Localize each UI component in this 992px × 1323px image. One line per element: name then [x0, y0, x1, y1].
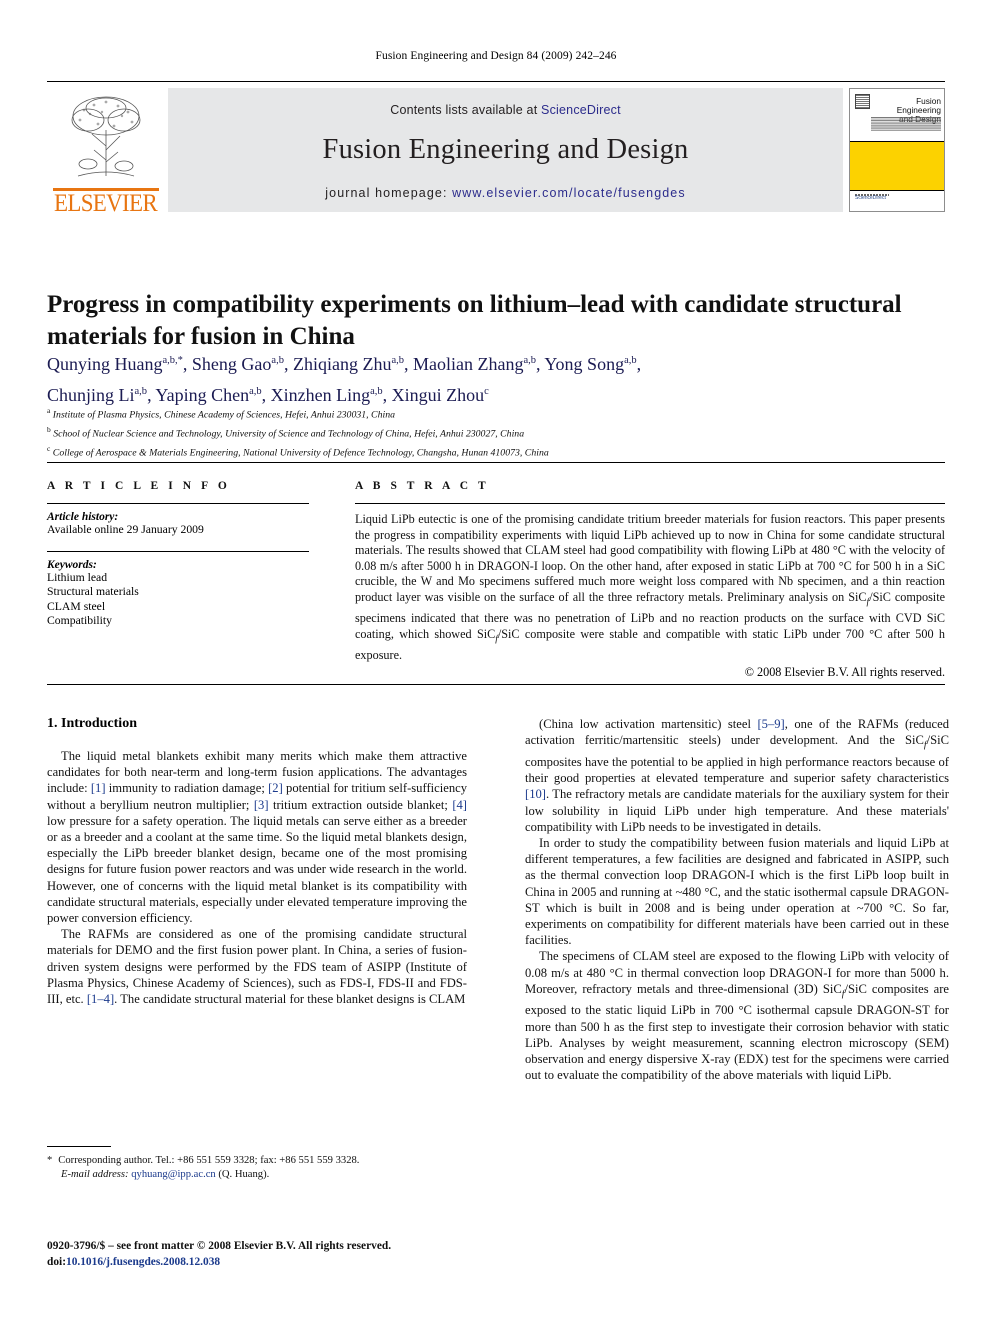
- email-suffix: (Q. Huang).: [218, 1169, 270, 1180]
- body-columns: 1. Introduction The liquid metal blanket…: [47, 716, 949, 1186]
- author-line-1: Qunying Huanga,b,*, Sheng Gaoa,b, Zhiqia…: [47, 354, 642, 374]
- journal-homepage-line: journal homepage: www.elsevier.com/locat…: [168, 186, 843, 200]
- abstract-column: A B S T R A C T Liquid LiPb eutectic is …: [355, 480, 945, 680]
- cover-logo-icon: [855, 94, 870, 109]
- paragraph: The liquid metal blankets exhibit many m…: [47, 749, 467, 926]
- email-label: E-mail address:: [61, 1169, 129, 1180]
- article-info-heading: A R T I C L E I N F O: [47, 480, 231, 492]
- footnote-rule: [47, 1146, 111, 1147]
- homepage-prefix-text: journal homepage:: [325, 186, 453, 200]
- email-link[interactable]: qyhuang@ipp.ac.cn: [131, 1169, 215, 1180]
- info-top-rule: [47, 462, 945, 463]
- article-info-column: A R T I C L E I N F O Article history: A…: [47, 480, 309, 629]
- citation-ref[interactable]: [1–4]: [87, 992, 114, 1006]
- author-list: Qunying Huanga,b,*, Sheng Gaoa,b, Zhiqia…: [47, 347, 927, 409]
- footnote-block: * Corresponding author. Tel.: +86 551 559…: [47, 1146, 467, 1182]
- journal-cover-thumbnail[interactable]: Fusion Engineering and Design ScienceDir…: [849, 88, 945, 212]
- citation-ref[interactable]: [3]: [254, 798, 269, 812]
- keywords-list: Lithium lead Structural materials CLAM ste…: [47, 571, 309, 629]
- cover-sciencedirect-mark: ScienceDirect: [855, 195, 886, 201]
- paragraph: The RAFMs are considered as one of the p…: [47, 927, 467, 1007]
- sciencedirect-link[interactable]: ScienceDirect: [541, 103, 621, 117]
- contents-available-line: Contents lists available at ScienceDirec…: [168, 88, 843, 117]
- paper-page: Fusion Engineering and Design 84 (2009) …: [0, 0, 992, 1323]
- issn-line: 0920-3796/$ – see front matter © 2008 El…: [47, 1240, 392, 1252]
- cover-title-line-1: Fusion Engineering: [896, 96, 941, 115]
- corresponding-author-marker: *: [47, 1155, 53, 1166]
- citation-ref[interactable]: [2]: [268, 781, 283, 795]
- abstract-copyright: © 2008 Elsevier B.V. All rights reserved…: [744, 665, 945, 680]
- citation-ref[interactable]: [10]: [525, 787, 546, 801]
- corresponding-author-note: * Corresponding author. Tel.: +86 551 559…: [47, 1154, 467, 1168]
- abstract-rule: [355, 503, 945, 504]
- keyword-item: Structural materials: [47, 585, 139, 598]
- elsevier-wordmark: ELSEVIER: [54, 188, 158, 217]
- citation-ref[interactable]: [5–9]: [757, 717, 784, 731]
- keyword-item: CLAM steel: [47, 599, 106, 613]
- article-info-rule-2: [47, 550, 309, 552]
- abstract-heading: A B S T R A C T: [355, 480, 490, 492]
- abstract-text: Liquid LiPb eutectic is one of the promi…: [355, 512, 945, 662]
- cover-bottom-section: ScienceDirect: [850, 190, 944, 211]
- article-info-rule-1: [47, 503, 309, 504]
- doi-label: doi:: [47, 1255, 66, 1268]
- affiliation-list: a Institute of Plasma Physics, Chinese A…: [47, 404, 927, 460]
- body-column-left: 1. Introduction The liquid metal blanket…: [47, 716, 467, 1007]
- body-column-right: (China low activation martensitic) steel…: [525, 716, 949, 1084]
- keyword-item: Lithium lead: [47, 570, 108, 584]
- affiliation-item: b School of Nuclear Science and Technolo…: [47, 424, 525, 440]
- citation-ref[interactable]: [4]: [452, 798, 467, 812]
- journal-banner: Contents lists available at ScienceDirec…: [168, 88, 843, 212]
- info-bottom-rule: [47, 684, 945, 685]
- left-column-paragraphs: The liquid metal blankets exhibit many m…: [47, 748, 467, 1007]
- running-head: Fusion Engineering and Design 84 (2009) …: [375, 50, 617, 62]
- article-history-label: Article history:: [47, 511, 119, 523]
- imprint-block: 0920-3796/$ – see front matter © 2008 El…: [47, 1239, 507, 1270]
- citation-ref[interactable]: [1]: [91, 781, 106, 795]
- affiliation-item: c College of Aerospace & Materials Engin…: [47, 443, 549, 458]
- cover-subtitle-lines: [871, 117, 941, 131]
- corresponding-author-text: Corresponding author. Tel.: +86 551 559 …: [58, 1155, 360, 1166]
- journal-title: Fusion Engineering and Design: [322, 134, 689, 165]
- keywords-label: Keywords:: [47, 558, 97, 571]
- paragraph: The specimens of CLAM steel are exposed …: [525, 949, 949, 1083]
- paragraph: In order to study the compatibility betw…: [525, 835, 949, 948]
- paragraph: (China low activation martensitic) steel…: [525, 717, 949, 834]
- email-note: E-mail address: qyhuang@ipp.ac.cn (Q. Hu…: [47, 1168, 467, 1182]
- doi-link[interactable]: 10.1016/j.fusengdes.2008.12.038: [66, 1256, 220, 1268]
- right-column-paragraphs: (China low activation martensitic) steel…: [525, 716, 949, 1084]
- article-title: Progress in compatibility experiments on…: [47, 290, 902, 350]
- section-title-introduction: 1. Introduction: [47, 716, 137, 731]
- journal-homepage-link[interactable]: www.elsevier.com/locate/fusengdes: [452, 186, 686, 200]
- affiliation-item: a Institute of Plasma Physics, Chinese A…: [47, 406, 395, 421]
- cover-top-section: Fusion Engineering and Design: [850, 89, 944, 142]
- contents-prefix-text: Contents lists available at: [390, 103, 542, 117]
- cover-yellow-block: [850, 142, 944, 190]
- keyword-item: Compatibility: [47, 614, 112, 627]
- article-history-value: Available online 29 January 2009: [47, 523, 204, 536]
- elsevier-tree-icon: [71, 96, 140, 177]
- journal-header-band: ELSEVIER Contents lists available at Sci…: [47, 81, 945, 216]
- doi-line: doi:10.1016/j.fusengdes.2008.12.038: [47, 1255, 507, 1271]
- elsevier-logo: ELSEVIER: [47, 88, 164, 216]
